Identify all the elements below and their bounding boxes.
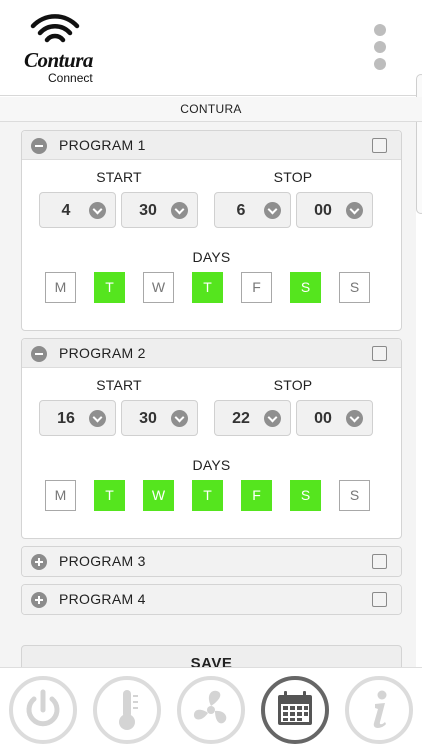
side-drawer-handle[interactable]	[416, 74, 422, 214]
program-header[interactable]: PROGRAM 3	[22, 547, 401, 576]
expand-icon[interactable]	[31, 592, 47, 608]
stop-hour-value: 6	[236, 202, 246, 219]
nav-temperature[interactable]	[93, 676, 161, 744]
day-toggle-sun[interactable]: S	[339, 480, 370, 511]
chevron-down-icon	[171, 202, 188, 219]
day-toggle-thu[interactable]: T	[192, 272, 223, 303]
bottom-navigation	[0, 667, 422, 750]
program-enable-checkbox[interactable]	[372, 346, 387, 361]
program-title: PROGRAM 3	[59, 553, 146, 569]
start-hour-select[interactable]: 4	[39, 192, 116, 228]
start-minute-value: 30	[139, 202, 157, 219]
stop-minute-select[interactable]: 00	[296, 192, 373, 228]
stop-hour-select[interactable]: 22	[214, 400, 291, 436]
day-toggle-tue[interactable]: T	[94, 480, 125, 511]
thermometer-icon	[119, 690, 138, 730]
program-card-1: PROGRAM 1 START STOP 4 30 6 00 DAYS M T …	[21, 130, 402, 331]
logo-subtitle: Connect	[48, 71, 93, 85]
chevron-down-icon	[264, 410, 281, 427]
day-toggle-wed[interactable]: W	[143, 272, 174, 303]
wifi-logo-icon	[30, 14, 80, 43]
program-enable-checkbox[interactable]	[372, 592, 387, 607]
start-label: START	[96, 377, 142, 393]
app-header: Contura Connect	[0, 0, 422, 96]
start-minute-value: 30	[139, 410, 157, 427]
start-minute-select[interactable]: 30	[121, 400, 198, 436]
day-toggle-fri[interactable]: F	[241, 480, 272, 511]
chevron-down-icon	[171, 410, 188, 427]
chevron-down-icon	[346, 410, 363, 427]
program-title: PROGRAM 4	[59, 591, 146, 607]
stop-minute-select[interactable]: 00	[296, 400, 373, 436]
collapse-icon[interactable]	[31, 346, 47, 362]
stop-label: STOP	[273, 169, 313, 185]
expand-icon[interactable]	[31, 554, 47, 570]
logo-title: Contura	[24, 48, 93, 72]
start-hour-select[interactable]: 16	[39, 400, 116, 436]
stop-hour-value: 22	[232, 410, 250, 427]
nav-power[interactable]	[9, 676, 77, 744]
save-button[interactable]: SAVE	[21, 645, 402, 667]
stop-hour-select[interactable]: 6	[214, 192, 291, 228]
day-toggle-thu[interactable]: T	[192, 480, 223, 511]
program-header[interactable]: PROGRAM 1	[22, 131, 401, 160]
more-vertical-icon[interactable]	[368, 24, 392, 72]
program-card-4: PROGRAM 4	[21, 584, 402, 615]
nav-info[interactable]	[345, 676, 413, 744]
stop-minute-value: 00	[314, 410, 332, 427]
day-toggle-mon[interactable]: M	[45, 480, 76, 511]
program-card-2: PROGRAM 2 START STOP 16 30 22 00 DAYS M …	[21, 338, 402, 539]
day-toggle-sat[interactable]: S	[290, 272, 321, 303]
stop-minute-value: 00	[314, 202, 332, 219]
start-hour-value: 4	[61, 202, 71, 219]
info-icon	[373, 690, 387, 728]
calendar-icon	[278, 691, 312, 725]
day-toggle-fri[interactable]: F	[241, 272, 272, 303]
collapse-icon[interactable]	[31, 138, 47, 154]
start-hour-value: 16	[57, 410, 75, 427]
chevron-down-icon	[89, 202, 106, 219]
stop-label: STOP	[273, 377, 313, 393]
power-icon	[26, 689, 60, 727]
day-toggle-wed[interactable]: W	[143, 480, 174, 511]
day-toggle-tue[interactable]: T	[94, 272, 125, 303]
program-enable-checkbox[interactable]	[372, 554, 387, 569]
chevron-down-icon	[89, 410, 106, 427]
chevron-down-icon	[264, 202, 281, 219]
day-toggle-mon[interactable]: M	[45, 272, 76, 303]
program-title: PROGRAM 1	[59, 137, 146, 153]
day-toggle-sat[interactable]: S	[290, 480, 321, 511]
program-enable-checkbox[interactable]	[372, 138, 387, 153]
program-card-3: PROGRAM 3	[21, 546, 402, 577]
nav-fan[interactable]	[177, 676, 245, 744]
days-label: DAYS	[192, 457, 231, 473]
days-label: DAYS	[192, 249, 231, 265]
program-header[interactable]: PROGRAM 4	[22, 585, 401, 614]
chevron-down-icon	[346, 202, 363, 219]
nav-calendar[interactable]	[261, 676, 329, 744]
contura-connect-logo: Contura Connect	[20, 12, 110, 85]
start-minute-select[interactable]: 30	[121, 192, 198, 228]
start-label: START	[96, 169, 142, 185]
program-list: PROGRAM 1 START STOP 4 30 6 00 DAYS M T …	[0, 122, 416, 667]
program-header[interactable]: PROGRAM 2	[22, 339, 401, 368]
program-title: PROGRAM 2	[59, 345, 146, 361]
device-name-bar: CONTURA	[0, 97, 422, 122]
fan-icon	[193, 690, 227, 724]
day-toggle-sun[interactable]: S	[339, 272, 370, 303]
